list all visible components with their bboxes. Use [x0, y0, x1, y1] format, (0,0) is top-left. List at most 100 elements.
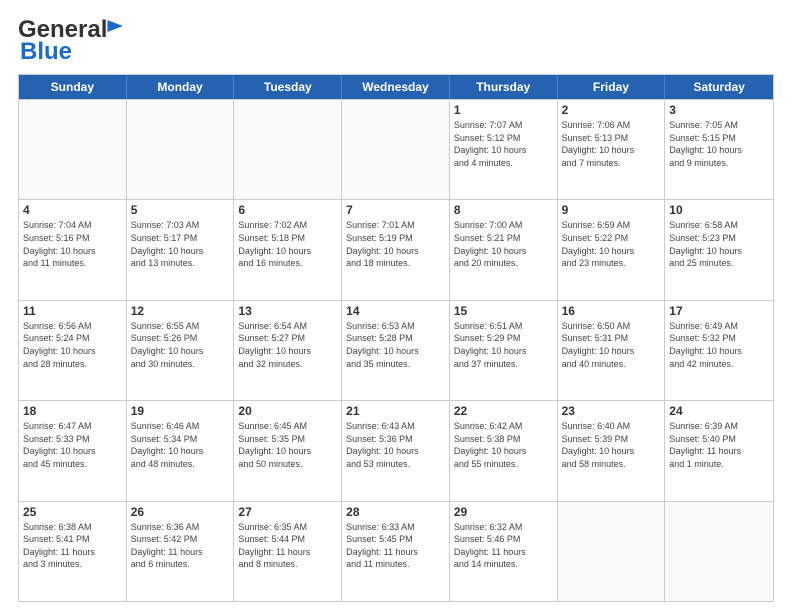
- calendar-day-13: 13 Sunrise: 6:54 AM Sunset: 5:27 PM Dayli…: [234, 301, 342, 400]
- day-number: 29: [454, 505, 553, 519]
- day-number: 18: [23, 404, 122, 418]
- day-number: 21: [346, 404, 445, 418]
- day-number: 3: [669, 103, 769, 117]
- calendar-day-22: 22Sunrise: 6:42 AM Sunset: 5:38 PM Dayli…: [450, 401, 558, 500]
- calendar-day-3: 3 Sunrise: 7:05 AM Sunset: 5:15 PM Daylig…: [665, 100, 773, 199]
- day-info: Sunrise: 6:32 AM Sunset: 5:46 PM Dayligh…: [454, 521, 553, 571]
- calendar-day-2: 2 Sunrise: 7:06 AM Sunset: 5:13 PM Daylig…: [558, 100, 666, 199]
- logo-blue: Blue: [20, 38, 72, 65]
- calendar-day-18: 18Sunrise: 6:47 AM Sunset: 5:33 PM Dayli…: [19, 401, 127, 500]
- day-of-week-thursday: Thursday: [450, 75, 558, 99]
- calendar-day-25: 25 Sunrise: 6:38 AM Sunset: 5:41 PM Dayli…: [19, 502, 127, 601]
- day-number: 28: [346, 505, 445, 519]
- calendar-day-11: 11 Sunrise: 6:56 AM Sunset: 5:24 PM Dayli…: [19, 301, 127, 400]
- calendar-day-1: 1 Sunrise: 7:07 AM Sunset: 5:12 PM Daylig…: [450, 100, 558, 199]
- day-info: Sunrise: 6:49 AM Sunset: 5:32 PM Dayligh…: [669, 320, 769, 370]
- calendar-empty-cell: [342, 100, 450, 199]
- day-info: Sunrise: 6:42 AM Sunset: 5:38 PM Dayligh…: [454, 420, 553, 470]
- calendar-day-24: 24Sunrise: 6:39 AM Sunset: 5:40 PM Dayli…: [665, 401, 773, 500]
- calendar-day-6: 6 Sunrise: 7:02 AM Sunset: 5:18 PM Daylig…: [234, 200, 342, 299]
- day-info: Sunrise: 6:43 AM Sunset: 5:36 PM Dayligh…: [346, 420, 445, 470]
- calendar: SundayMondayTuesdayWednesdayThursdayFrid…: [18, 74, 774, 602]
- calendar-empty-cell: [127, 100, 235, 199]
- day-number: 13: [238, 304, 337, 318]
- calendar-week-1: 1 Sunrise: 7:07 AM Sunset: 5:12 PM Daylig…: [19, 99, 773, 199]
- day-number: 24: [669, 404, 769, 418]
- day-info: Sunrise: 6:54 AM Sunset: 5:27 PM Dayligh…: [238, 320, 337, 370]
- calendar-week-2: 4 Sunrise: 7:04 AM Sunset: 5:16 PM Daylig…: [19, 199, 773, 299]
- day-info: Sunrise: 6:46 AM Sunset: 5:34 PM Dayligh…: [131, 420, 230, 470]
- calendar-day-7: 7 Sunrise: 7:01 AM Sunset: 5:19 PM Daylig…: [342, 200, 450, 299]
- day-number: 27: [238, 505, 337, 519]
- day-number: 8: [454, 203, 553, 217]
- calendar-day-9: 9Sunrise: 6:59 AM Sunset: 5:22 PM Daylig…: [558, 200, 666, 299]
- calendar-body: 1 Sunrise: 7:07 AM Sunset: 5:12 PM Daylig…: [19, 99, 773, 601]
- day-number: 14: [346, 304, 445, 318]
- day-info: Sunrise: 6:50 AM Sunset: 5:31 PM Dayligh…: [562, 320, 661, 370]
- page: General Blue SundayMondayTuesdayWednesda…: [0, 0, 792, 612]
- day-info: Sunrise: 7:02 AM Sunset: 5:18 PM Dayligh…: [238, 219, 337, 269]
- day-number: 20: [238, 404, 337, 418]
- calendar-week-3: 11 Sunrise: 6:56 AM Sunset: 5:24 PM Dayli…: [19, 300, 773, 400]
- day-info: Sunrise: 7:03 AM Sunset: 5:17 PM Dayligh…: [131, 219, 230, 269]
- day-number: 16: [562, 304, 661, 318]
- day-info: Sunrise: 7:01 AM Sunset: 5:19 PM Dayligh…: [346, 219, 445, 269]
- day-number: 7: [346, 203, 445, 217]
- day-info: Sunrise: 6:33 AM Sunset: 5:45 PM Dayligh…: [346, 521, 445, 571]
- calendar-day-29: 29 Sunrise: 6:32 AM Sunset: 5:46 PM Dayli…: [450, 502, 558, 601]
- day-info: Sunrise: 7:06 AM Sunset: 5:13 PM Dayligh…: [562, 119, 661, 169]
- calendar-day-16: 16 Sunrise: 6:50 AM Sunset: 5:31 PM Dayli…: [558, 301, 666, 400]
- calendar-day-19: 19 Sunrise: 6:46 AM Sunset: 5:34 PM Dayli…: [127, 401, 235, 500]
- header: General Blue: [18, 16, 774, 66]
- day-number: 4: [23, 203, 122, 217]
- calendar-day-5: 5 Sunrise: 7:03 AM Sunset: 5:17 PM Daylig…: [127, 200, 235, 299]
- day-number: 5: [131, 203, 230, 217]
- day-of-week-saturday: Saturday: [665, 75, 773, 99]
- calendar-week-4: 18Sunrise: 6:47 AM Sunset: 5:33 PM Dayli…: [19, 400, 773, 500]
- day-info: Sunrise: 6:55 AM Sunset: 5:26 PM Dayligh…: [131, 320, 230, 370]
- calendar-day-27: 27Sunrise: 6:35 AM Sunset: 5:44 PM Dayli…: [234, 502, 342, 601]
- calendar-day-4: 4 Sunrise: 7:04 AM Sunset: 5:16 PM Daylig…: [19, 200, 127, 299]
- calendar-day-10: 10 Sunrise: 6:58 AM Sunset: 5:23 PM Dayli…: [665, 200, 773, 299]
- day-number: 12: [131, 304, 230, 318]
- logo-arrow-icon: [107, 20, 125, 32]
- day-info: Sunrise: 6:36 AM Sunset: 5:42 PM Dayligh…: [131, 521, 230, 571]
- calendar-header: SundayMondayTuesdayWednesdayThursdayFrid…: [19, 75, 773, 99]
- calendar-empty-cell: [19, 100, 127, 199]
- calendar-empty-cell: [665, 502, 773, 601]
- day-number: 26: [131, 505, 230, 519]
- calendar-empty-cell: [234, 100, 342, 199]
- day-number: 25: [23, 505, 122, 519]
- day-of-week-sunday: Sunday: [19, 75, 127, 99]
- day-number: 10: [669, 203, 769, 217]
- calendar-day-20: 20Sunrise: 6:45 AM Sunset: 5:35 PM Dayli…: [234, 401, 342, 500]
- day-of-week-wednesday: Wednesday: [342, 75, 450, 99]
- day-info: Sunrise: 7:05 AM Sunset: 5:15 PM Dayligh…: [669, 119, 769, 169]
- day-number: 19: [131, 404, 230, 418]
- calendar-week-5: 25 Sunrise: 6:38 AM Sunset: 5:41 PM Dayli…: [19, 501, 773, 601]
- day-number: 11: [23, 304, 122, 318]
- day-info: Sunrise: 6:53 AM Sunset: 5:28 PM Dayligh…: [346, 320, 445, 370]
- calendar-day-8: 8 Sunrise: 7:00 AM Sunset: 5:21 PM Daylig…: [450, 200, 558, 299]
- calendar-day-12: 12 Sunrise: 6:55 AM Sunset: 5:26 PM Dayli…: [127, 301, 235, 400]
- day-number: 23: [562, 404, 661, 418]
- day-info: Sunrise: 7:00 AM Sunset: 5:21 PM Dayligh…: [454, 219, 553, 269]
- day-number: 6: [238, 203, 337, 217]
- calendar-day-14: 14 Sunrise: 6:53 AM Sunset: 5:28 PM Dayli…: [342, 301, 450, 400]
- logo: General Blue: [18, 16, 125, 66]
- calendar-day-17: 17 Sunrise: 6:49 AM Sunset: 5:32 PM Dayli…: [665, 301, 773, 400]
- day-info: Sunrise: 6:56 AM Sunset: 5:24 PM Dayligh…: [23, 320, 122, 370]
- day-info: Sunrise: 6:38 AM Sunset: 5:41 PM Dayligh…: [23, 521, 122, 571]
- day-of-week-monday: Monday: [127, 75, 235, 99]
- day-number: 2: [562, 103, 661, 117]
- day-info: Sunrise: 6:58 AM Sunset: 5:23 PM Dayligh…: [669, 219, 769, 269]
- day-info: Sunrise: 7:04 AM Sunset: 5:16 PM Dayligh…: [23, 219, 122, 269]
- day-number: 15: [454, 304, 553, 318]
- day-info: Sunrise: 6:40 AM Sunset: 5:39 PM Dayligh…: [562, 420, 661, 470]
- day-number: 17: [669, 304, 769, 318]
- day-number: 1: [454, 103, 553, 117]
- day-of-week-friday: Friday: [558, 75, 666, 99]
- calendar-day-21: 21 Sunrise: 6:43 AM Sunset: 5:36 PM Dayli…: [342, 401, 450, 500]
- day-info: Sunrise: 7:07 AM Sunset: 5:12 PM Dayligh…: [454, 119, 553, 169]
- day-of-week-tuesday: Tuesday: [234, 75, 342, 99]
